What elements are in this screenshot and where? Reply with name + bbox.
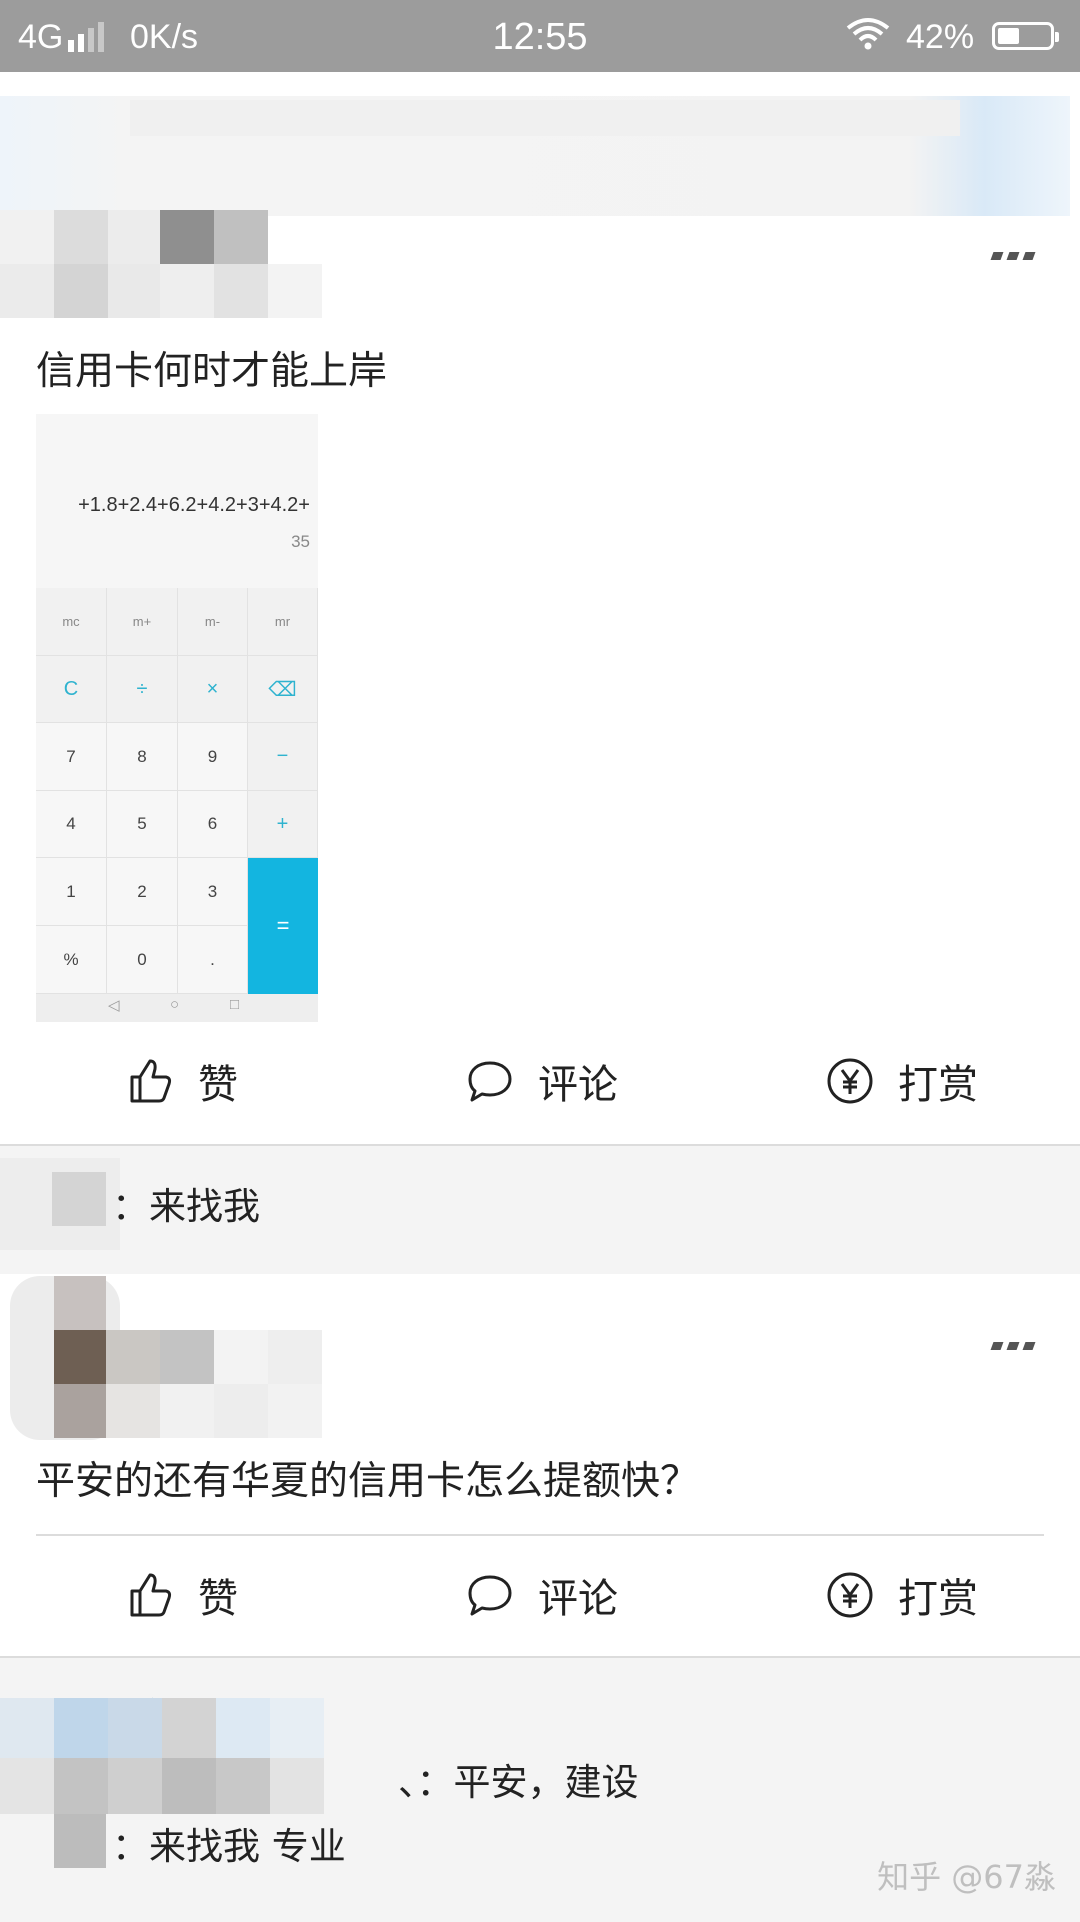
key-9: 9 xyxy=(178,723,248,791)
divider xyxy=(36,1534,1044,1536)
post-title: 信用卡何时才能上岸 xyxy=(36,349,388,394)
yen-coin-icon xyxy=(827,1058,873,1104)
calculator-display: +1.8+2.4+6.2+4.2+3+4.2+ 35 xyxy=(36,414,318,588)
comment-label: 评论 xyxy=(538,1576,618,1622)
calculator-navbar: ◁ ○ □ xyxy=(36,994,318,1022)
back-nav-icon: ◁ xyxy=(108,997,120,1014)
post-author-avatar[interactable] xyxy=(0,1276,440,1440)
battery-icon xyxy=(992,22,1059,50)
yen-coin-icon xyxy=(827,1572,873,1618)
key-dot: . xyxy=(178,926,248,994)
thumbs-up-icon xyxy=(130,1059,172,1103)
recents-nav-icon: □ xyxy=(230,996,240,1013)
more-options-icon[interactable] xyxy=(988,1338,1038,1352)
reward-button[interactable]: 打赏 xyxy=(826,1540,978,1650)
key-mminus: m- xyxy=(178,588,248,656)
comment-preview[interactable]: ：来找我 xyxy=(0,1144,1080,1268)
like-label: 赞 xyxy=(198,1576,238,1622)
key-1: 1 xyxy=(36,858,107,926)
key-5: 5 xyxy=(107,791,178,858)
key-7: 7 xyxy=(36,723,107,791)
key-equals: = xyxy=(248,858,318,994)
key-plus: + xyxy=(248,791,318,858)
key-6: 6 xyxy=(178,791,248,858)
more-options-icon[interactable] xyxy=(988,248,1038,262)
home-nav-icon: ○ xyxy=(170,996,180,1013)
reward-label: 打赏 xyxy=(898,1062,978,1108)
comment-text: ：来找我 xyxy=(112,1185,260,1228)
reward-button[interactable]: 打赏 xyxy=(826,1026,978,1136)
post-actions: 赞 评论 打赏 xyxy=(0,1540,1080,1650)
key-2: 2 xyxy=(107,858,178,926)
comment-label: 评论 xyxy=(538,1062,618,1108)
comment-button[interactable]: 评论 xyxy=(466,1026,618,1136)
post-title: 平安的还有华夏的信用卡怎么提额快？ xyxy=(36,1459,700,1504)
key-clear: C xyxy=(36,656,107,723)
calculator-expression: +1.8+2.4+6.2+4.2+3+4.2+ xyxy=(78,494,310,516)
redacted-header-band xyxy=(130,100,960,136)
comment-button[interactable]: 评论 xyxy=(466,1540,618,1650)
post-actions: 赞 评论 打赏 xyxy=(0,1026,1080,1136)
key-percent: % xyxy=(36,926,107,994)
key-mplus: m+ xyxy=(107,588,178,656)
comment-bubble-icon xyxy=(468,1575,512,1616)
status-bar: 4G 0K/s 12:55 42% xyxy=(0,0,1080,72)
key-backspace: ⌫ xyxy=(248,656,318,723)
comment-bubble-icon xyxy=(468,1061,512,1102)
key-divide: ÷ xyxy=(107,656,178,723)
key-0: 0 xyxy=(107,926,178,994)
comment-text: 、：平安，建设 xyxy=(398,1761,639,1804)
thumbs-up-icon xyxy=(130,1573,172,1617)
key-8: 8 xyxy=(107,723,178,791)
comment-text: ：来找我 专业 xyxy=(112,1825,346,1868)
like-button[interactable]: 赞 xyxy=(126,1026,238,1136)
like-button[interactable]: 赞 xyxy=(126,1540,238,1650)
battery-percent: 42% xyxy=(906,18,975,56)
post-image-calculator[interactable]: +1.8+2.4+6.2+4.2+3+4.2+ 35 mc m+ m- mr C… xyxy=(36,414,318,1022)
key-4: 4 xyxy=(36,791,107,858)
key-mc: mc xyxy=(36,588,107,656)
watermark: 知乎 @67淼 xyxy=(877,1858,1056,1896)
calculator-result: 35 xyxy=(291,532,310,551)
like-label: 赞 xyxy=(198,1062,238,1108)
post-author-avatar[interactable] xyxy=(0,210,380,326)
key-mr: mr xyxy=(248,588,318,656)
key-3: 3 xyxy=(178,858,248,926)
reward-label: 打赏 xyxy=(898,1576,978,1622)
section-gap xyxy=(0,1250,1080,1274)
calculator-keypad: mc m+ m- mr C ÷ × ⌫ 7 8 9 − 4 5 6 + 1 2 … xyxy=(36,588,318,994)
wifi-icon xyxy=(846,16,890,59)
key-minus: − xyxy=(248,723,318,791)
key-multiply: × xyxy=(178,656,248,723)
